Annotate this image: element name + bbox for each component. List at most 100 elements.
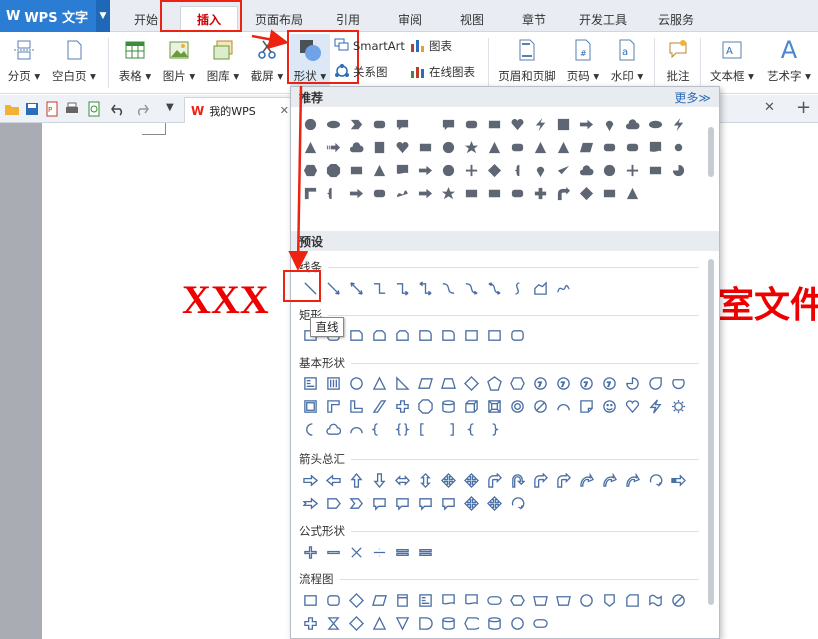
rect-shape-icon[interactable] [598, 182, 621, 205]
heart-shape-icon[interactable] [621, 395, 644, 418]
wordart-button[interactable]: A 艺术字 ▾ [762, 34, 816, 92]
tab-page-layout[interactable]: 页面布局 [246, 6, 312, 32]
star-shape-icon[interactable] [460, 136, 483, 159]
redo-icon[interactable] [134, 101, 150, 117]
save-icon[interactable] [24, 101, 40, 117]
flowDoc-shape-icon[interactable] [391, 159, 414, 182]
stripe-shape-icon[interactable] [322, 136, 345, 159]
circArr-shape-icon[interactable] [506, 492, 529, 515]
tri-shape-icon[interactable] [529, 136, 552, 159]
bendArr-shape-icon[interactable] [552, 469, 575, 492]
sun-shape-icon[interactable] [667, 136, 690, 159]
tri2-shape-icon[interactable] [368, 612, 391, 635]
bracket-shape-icon[interactable] [368, 418, 391, 441]
rrect-shape-icon[interactable] [506, 182, 529, 205]
picture-button[interactable]: 图片 ▾ [158, 34, 200, 92]
oct-shape-icon[interactable] [414, 395, 437, 418]
page-number-button[interactable]: # 页码 ▾ [562, 34, 604, 92]
qat-dropdown-icon[interactable]: ▼ [166, 102, 174, 113]
diag-shape-icon[interactable] [368, 395, 391, 418]
screenshot-button[interactable]: 截屏 ▾ [246, 34, 288, 92]
corner-shape-icon[interactable] [299, 182, 322, 205]
comment-button[interactable]: 批注 [660, 34, 696, 92]
arc-shape-icon[interactable] [552, 395, 575, 418]
corner-shape-icon[interactable] [322, 395, 345, 418]
notch-shape-icon[interactable] [299, 492, 322, 515]
diamond-shape-icon[interactable] [483, 159, 506, 182]
arc-shape-icon[interactable] [345, 418, 368, 441]
bolt-shape-icon[interactable] [667, 113, 690, 136]
scribble-shape-icon[interactable] [391, 182, 414, 205]
pie-shape-icon[interactable] [667, 159, 690, 182]
trap-shape-icon[interactable] [437, 372, 460, 395]
flowIn-shape-icon[interactable] [368, 589, 391, 612]
doc-shape-icon[interactable] [644, 136, 667, 159]
rrect-shape-icon[interactable] [368, 182, 391, 205]
callout-shape-icon[interactable] [437, 113, 460, 136]
flowDoc-shape-icon[interactable] [437, 589, 460, 612]
pie-shape-icon[interactable] [621, 372, 644, 395]
undo-icon[interactable] [110, 101, 126, 117]
round1-shape-icon[interactable] [437, 324, 460, 347]
curveArr-shape-icon[interactable] [575, 469, 598, 492]
equal-shape-icon[interactable] [391, 541, 414, 564]
delay-shape-icon[interactable] [414, 612, 437, 635]
disp-shape-icon[interactable] [460, 612, 483, 635]
page-break-button[interactable]: 分页 ▾ [4, 34, 44, 92]
rtri-shape-icon[interactable] [391, 372, 414, 395]
tri-shape-icon[interactable] [552, 136, 575, 159]
arrowR-shape-icon[interactable] [414, 182, 437, 205]
print-icon[interactable] [64, 101, 80, 117]
rect-shape-icon[interactable] [483, 182, 506, 205]
plus-shape-icon[interactable] [299, 541, 322, 564]
cross-shape-icon[interactable] [391, 395, 414, 418]
tab-developer[interactable]: 开发工具 [570, 6, 636, 32]
tab-review[interactable]: 审阅 [384, 6, 436, 32]
lbrace-shape-icon[interactable] [506, 159, 529, 182]
cycle-shape-icon[interactable]: 7 [575, 372, 598, 395]
scrollbar[interactable] [708, 127, 714, 177]
oval-shape-icon[interactable] [644, 113, 667, 136]
lshape-shape-icon[interactable] [345, 395, 368, 418]
pin-shape-icon[interactable] [598, 113, 621, 136]
circle-shape-icon[interactable] [575, 589, 598, 612]
circle-shape-icon[interactable] [506, 612, 529, 635]
rrect2-shape-icon[interactable] [322, 589, 345, 612]
snip1-shape-icon[interactable] [345, 324, 368, 347]
relation-chart-button[interactable]: 关系图 [334, 61, 388, 83]
oct-shape-icon[interactable] [322, 159, 345, 182]
quad-shape-icon[interactable] [483, 492, 506, 515]
flowTerm-shape-icon[interactable] [529, 612, 552, 635]
chev-shape-icon[interactable] [345, 113, 368, 136]
arrowR-shape-icon[interactable] [299, 469, 322, 492]
rrect-shape-icon[interactable] [506, 136, 529, 159]
bendArr-shape-icon[interactable] [552, 182, 575, 205]
snip2-shape-icon[interactable] [368, 324, 391, 347]
curveArr-shape-icon[interactable] [621, 469, 644, 492]
hex-shape-icon[interactable] [299, 159, 322, 182]
watermark-button[interactable]: a 水印 ▾ [606, 34, 648, 92]
heart-shape-icon[interactable] [506, 113, 529, 136]
cloud-shape-icon[interactable] [322, 418, 345, 441]
elbowA-shape-icon[interactable] [391, 277, 414, 300]
smartart-button[interactable]: SmartArt [334, 35, 405, 57]
curve-shape-icon[interactable] [437, 277, 460, 300]
arrowUD-shape-icon[interactable] [414, 469, 437, 492]
gallery-button[interactable]: 图库 ▾ [202, 34, 244, 92]
open-folder-icon[interactable] [4, 101, 20, 117]
tab-view[interactable]: 视图 [446, 6, 498, 32]
rect-shape-icon[interactable] [460, 182, 483, 205]
callout-shape-icon[interactable] [437, 492, 460, 515]
cross-shape-icon[interactable] [299, 612, 322, 635]
sqbr-shape-icon[interactable] [414, 418, 437, 441]
callout-shape-icon[interactable] [414, 492, 437, 515]
arrowR-shape-icon[interactable] [575, 113, 598, 136]
larrow-shape-icon[interactable] [322, 277, 345, 300]
pdf-export-icon[interactable]: P [44, 101, 60, 117]
rect-shape-icon[interactable] [483, 113, 506, 136]
arrowLR-shape-icon[interactable] [391, 469, 414, 492]
textbox-button[interactable]: A 文本框 ▾ [706, 34, 758, 92]
plus-shape-icon[interactable] [621, 159, 644, 182]
tab-section[interactable]: 章节 [508, 6, 560, 32]
chev-shape-icon[interactable] [345, 492, 368, 515]
